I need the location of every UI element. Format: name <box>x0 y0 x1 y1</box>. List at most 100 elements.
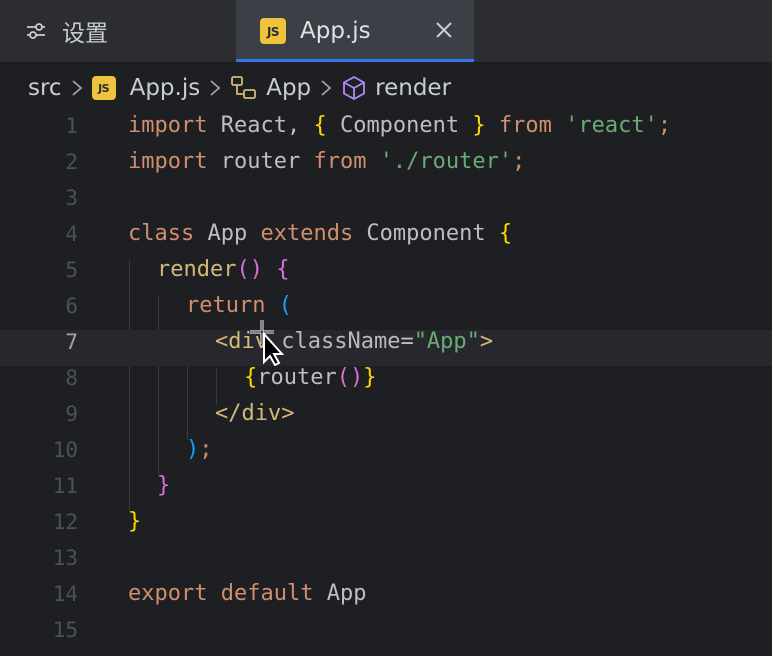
token: <div <box>215 329 268 354</box>
tab-app-js-label: App.js <box>300 18 371 44</box>
breadcrumb-label: src <box>28 75 62 101</box>
token: ; <box>657 113 672 138</box>
token: router <box>257 365 337 390</box>
code-line: 4 class App extends Component { <box>0 222 772 258</box>
js-file-icon: JS <box>260 18 286 44</box>
breadcrumb: src JS App.js App render <box>0 62 772 114</box>
line-number: 15 <box>52 618 78 642</box>
line-number: 6 <box>65 294 78 318</box>
tab-app-js[interactable]: JS App.js <box>236 0 474 62</box>
token: { <box>276 257 290 282</box>
token: from <box>313 149 367 174</box>
code-line: 6 return ( <box>0 294 772 330</box>
code-line: 3 <box>0 186 772 222</box>
code-line: 9 </div> <box>0 402 772 438</box>
code-line-current: 7 <div className="App"> <box>0 330 772 366</box>
breadcrumb-label: App <box>266 75 312 101</box>
code-line: 5 render() { <box>0 258 772 294</box>
tab-settings[interactable]: 设置 <box>0 0 236 62</box>
line-number: 12 <box>52 510 78 534</box>
tab-bar: 设置 JS App.js <box>0 0 772 62</box>
token: router <box>207 149 314 174</box>
token: = <box>400 329 414 354</box>
chevron-right-icon <box>72 80 82 96</box>
token: } <box>472 113 486 138</box>
code-line: 14 export default App <box>0 582 772 618</box>
token: class <box>128 221 195 246</box>
token: return <box>186 293 266 318</box>
line-number: 14 <box>52 582 78 606</box>
chevron-right-icon <box>321 80 332 96</box>
token: > <box>479 329 494 354</box>
token: ; <box>199 437 213 462</box>
token: () <box>236 257 263 282</box>
line-number: 3 <box>65 186 78 210</box>
token: { <box>313 113 327 138</box>
code-line: 15 <box>0 618 772 654</box>
token: React, <box>207 113 314 138</box>
line-number: 8 <box>65 366 78 390</box>
breadcrumb-item-src[interactable]: src <box>28 75 62 101</box>
token: from <box>498 113 552 138</box>
code-line: 11 } <box>0 474 772 510</box>
code-line: 8 {router()} <box>0 366 772 402</box>
token: "App" <box>413 329 480 354</box>
token: { <box>498 221 513 246</box>
tab-settings-label: 设置 <box>62 21 108 47</box>
breadcrumb-label: render <box>375 75 452 101</box>
method-cube-icon <box>343 75 366 101</box>
line-number: 1 <box>65 114 78 138</box>
token: } <box>363 365 377 390</box>
line-number: 5 <box>65 258 78 282</box>
token: Component <box>326 113 473 138</box>
line-number: 9 <box>65 402 78 426</box>
token: ; <box>512 149 526 174</box>
token: extends <box>260 221 354 246</box>
token: App <box>313 581 367 606</box>
line-number: 11 <box>52 474 78 498</box>
breadcrumb-label: App.js <box>129 75 201 101</box>
token: import <box>128 149 208 174</box>
settings-sliders-icon <box>27 23 45 39</box>
token: default <box>220 581 314 606</box>
token: ( <box>278 293 292 318</box>
token: 'react' <box>565 113 658 138</box>
code-line: 12 } <box>0 510 772 546</box>
token: './router' <box>379 149 513 174</box>
code-line: 2 import router from './router'; <box>0 150 772 186</box>
token: } <box>128 509 142 534</box>
chevron-right-icon <box>210 80 221 96</box>
breadcrumb-item-app[interactable]: App <box>230 75 311 101</box>
code-line: 10 ); <box>0 438 772 474</box>
line-number: 13 <box>52 546 78 570</box>
token: export <box>128 581 208 606</box>
close-icon[interactable] <box>432 18 456 42</box>
token: className <box>267 329 401 354</box>
token: </div> <box>215 401 295 426</box>
breadcrumb-item-render[interactable]: render <box>341 75 451 101</box>
line-number: 2 <box>65 150 78 174</box>
breadcrumb-item-app-js[interactable]: JS App.js <box>91 75 201 101</box>
token: render <box>157 257 237 282</box>
line-number: 4 <box>65 222 78 246</box>
token: ) <box>186 437 200 462</box>
token: App <box>194 221 261 246</box>
token: import <box>128 113 208 138</box>
code-editor[interactable]: 1 import React, { Component } from 'reac… <box>0 114 772 656</box>
code-line: 13 <box>0 546 772 582</box>
code-line: 1 import React, { Component } from 'reac… <box>0 114 772 150</box>
token: { <box>244 365 258 390</box>
line-number: 10 <box>52 438 78 462</box>
token: } <box>157 473 171 498</box>
class-structure-icon <box>231 76 257 99</box>
js-file-icon: JS <box>91 76 116 100</box>
token: () <box>336 365 364 390</box>
line-number: 7 <box>65 330 78 354</box>
token: Component <box>353 221 499 246</box>
